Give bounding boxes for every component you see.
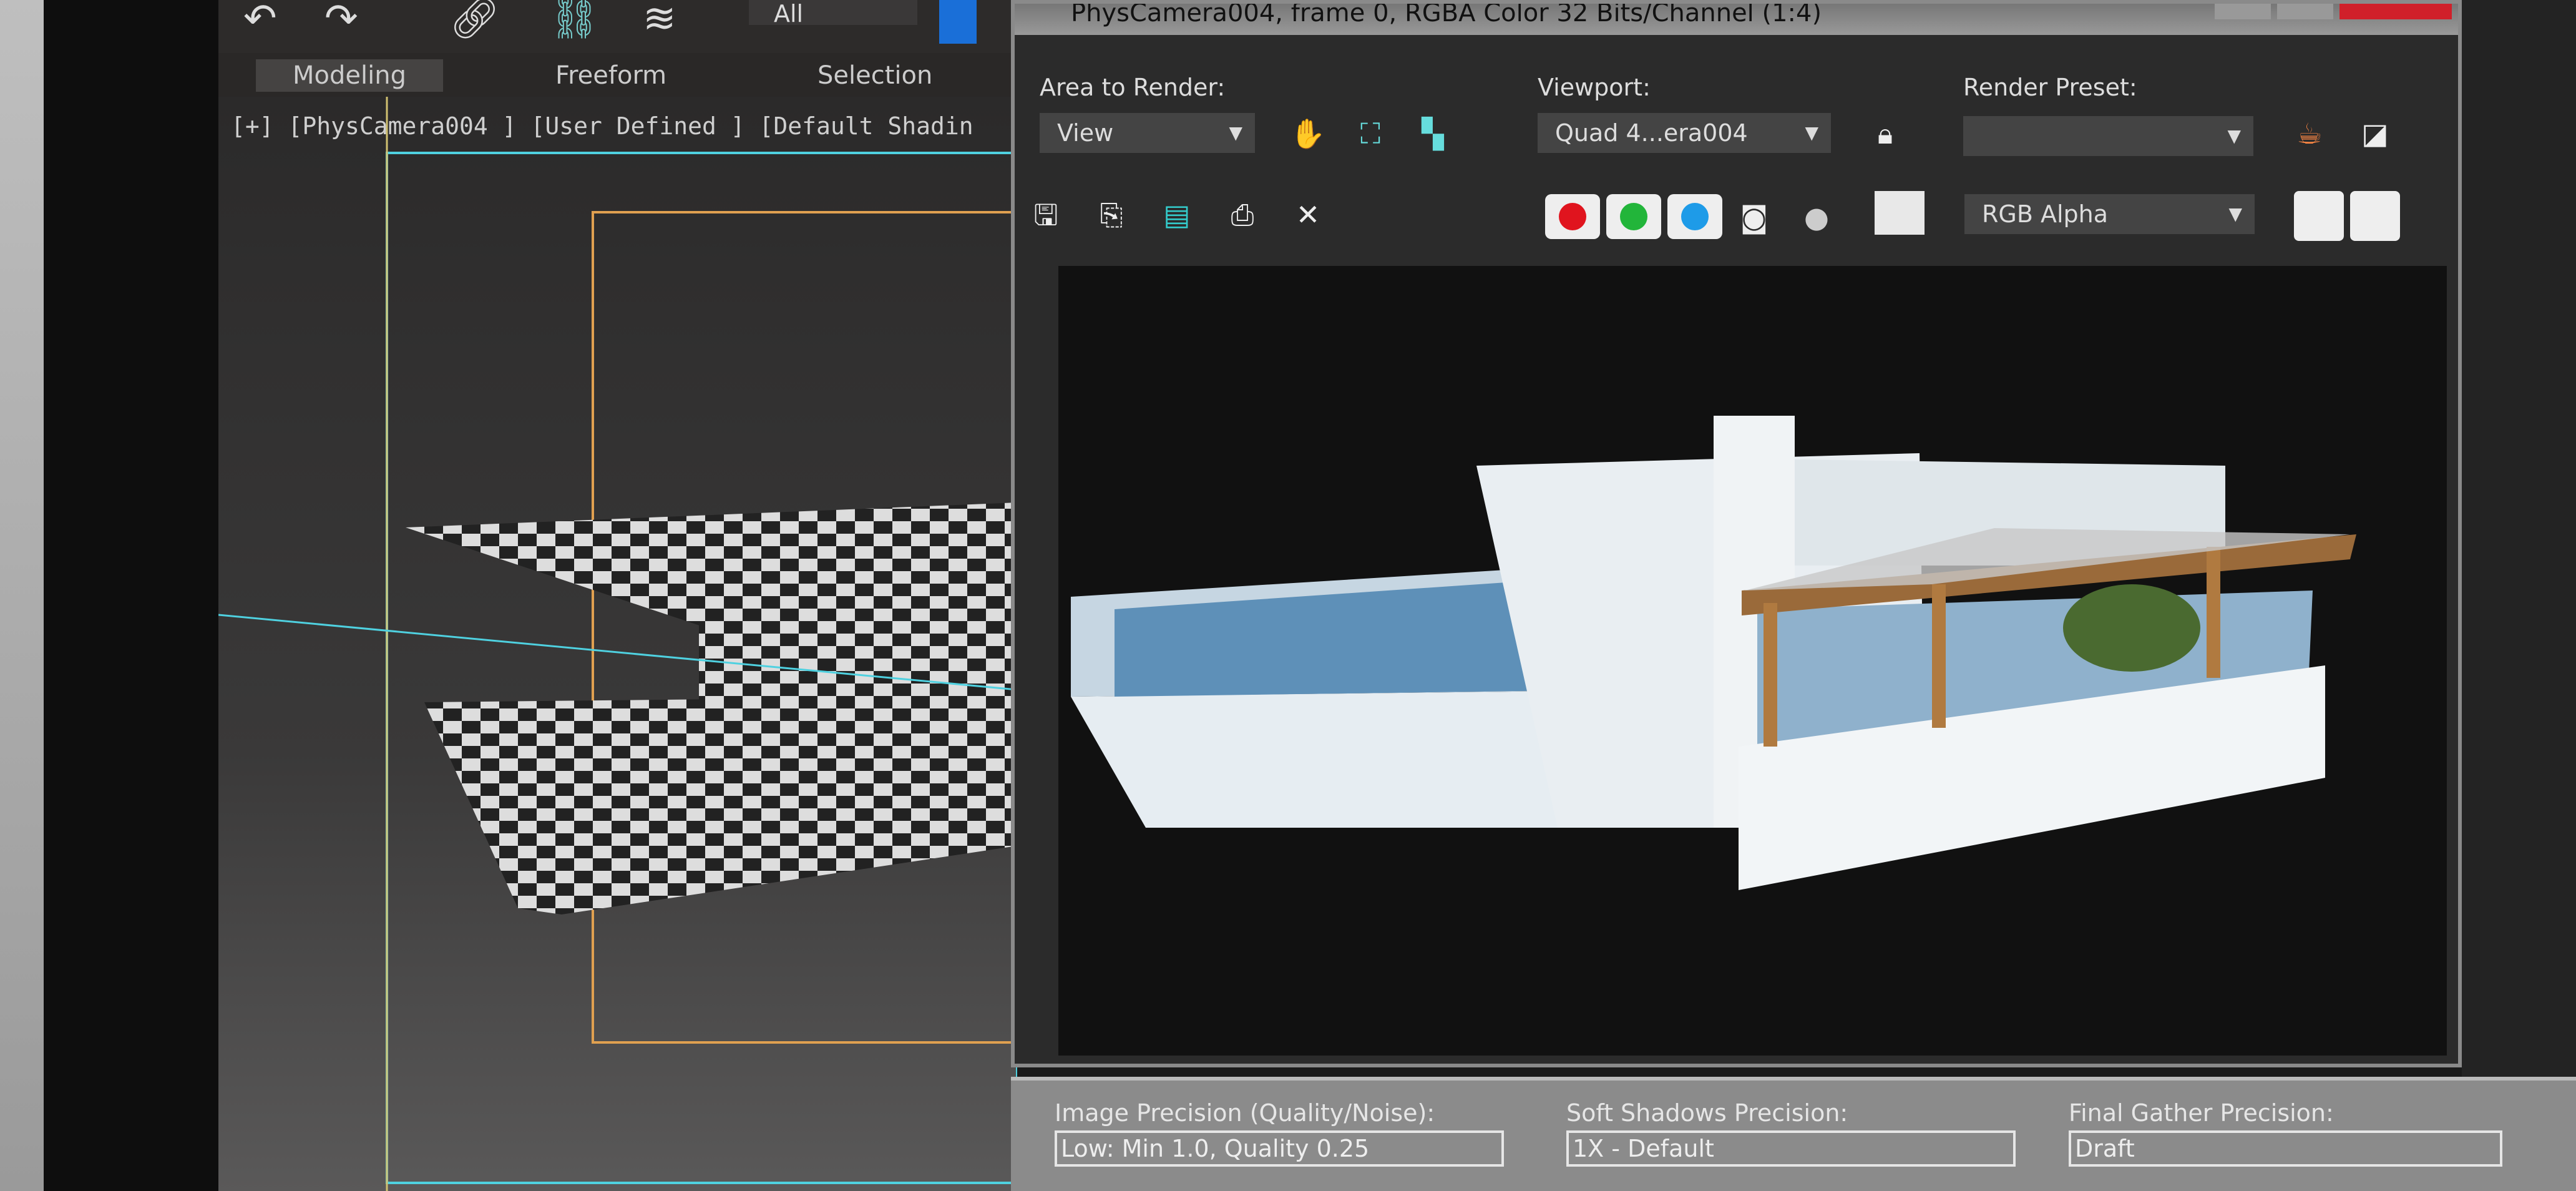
soft-shadows-label: Soft Shadows Precision: — [1566, 1099, 1848, 1127]
render-setup-button[interactable] — [939, 0, 977, 44]
edit-region-icon[interactable]: ✋ — [1289, 115, 1327, 152]
area-to-render-label: Area to Render: — [1040, 74, 1226, 101]
red-channel-toggle[interactable] — [1545, 194, 1600, 239]
main-toolbar: ↶ ↷ 🔗︎ ⛓︎ ≋ All — [218, 0, 1017, 53]
final-gather-field[interactable]: Draft — [2069, 1130, 2502, 1167]
maximize-button[interactable] — [2277, 4, 2333, 19]
unlink-icon[interactable]: ⛓︎ — [549, 0, 600, 39]
undo-icon[interactable]: ↶ — [243, 0, 277, 39]
viewport-label: Viewport: — [1538, 74, 1651, 101]
monochrome-icon[interactable]: ● — [1798, 198, 1835, 236]
rendered-building — [1071, 416, 2356, 890]
toggle-ui-button[interactable] — [2350, 191, 2400, 241]
viewport-label[interactable]: [+] [PhysCamera004 ] [User Defined ] [De… — [231, 112, 973, 140]
final-gather-label: Final Gather Precision: — [2069, 1099, 2334, 1127]
background-wall — [0, 0, 44, 1191]
copy-image-icon[interactable]: ⎘ — [1093, 196, 1130, 233]
selection-filter-dropdown[interactable]: All — [749, 0, 917, 27]
command-panel — [2462, 0, 2576, 1077]
render-settings-panel: Image Precision (Quality/Noise): Low: Mi… — [1011, 1077, 2576, 1191]
soft-shadows-field[interactable]: 1X - Default — [1566, 1130, 2016, 1167]
rendered-image — [1058, 266, 2447, 1056]
bind-space-warp-icon[interactable]: ≋ — [643, 0, 676, 39]
tab-freeform[interactable]: Freeform — [530, 59, 691, 92]
chevron-down-icon: ▼ — [1805, 122, 1818, 143]
monitor-bezel — [44, 0, 218, 1191]
image-precision-label: Image Precision (Quality/Noise): — [1055, 1099, 1435, 1127]
render-preset-label: Render Preset: — [1963, 74, 2137, 101]
save-image-icon[interactable]: 🖫 — [1027, 196, 1065, 233]
toggle-ui-overlay-button[interactable] — [2294, 191, 2344, 241]
chevron-down-icon: ▼ — [2228, 203, 2242, 224]
chevron-down-icon: ▼ — [2227, 125, 2241, 146]
link-icon[interactable]: 🔗︎ — [449, 0, 500, 39]
red-channel-icon — [1559, 203, 1586, 230]
viewport-dropdown[interactable]: Quad 4...era004 ▼ — [1538, 113, 1831, 153]
clone-window-icon[interactable]: ▤ — [1158, 196, 1196, 233]
viewport-scene — [218, 97, 1017, 1191]
ribbon-tabs: Modeling Freeform Selection — [218, 53, 1017, 97]
render-preset-dropdown[interactable]: ▼ — [1963, 116, 2253, 156]
rendered-frame-window: PhysCamera004, frame 0, RGBA Color 32 Bi… — [1011, 0, 2462, 1067]
render-setup-icon[interactable]: ☕ — [2291, 115, 2328, 152]
redo-icon[interactable]: ↷ — [324, 0, 358, 39]
minimize-button[interactable] — [2215, 4, 2271, 19]
clear-icon[interactable]: ✕ — [1289, 196, 1327, 233]
print-icon[interactable]: ⎙ — [1224, 196, 1261, 233]
background-color-swatch[interactable] — [1875, 191, 1925, 235]
select-region-icon[interactable]: ▚ — [1414, 115, 1451, 152]
blue-channel-toggle[interactable] — [1667, 194, 1722, 239]
chevron-down-icon: ▼ — [1229, 122, 1242, 143]
tab-selection[interactable]: Selection — [793, 59, 957, 92]
area-to-render-dropdown[interactable]: View ▼ — [1040, 113, 1255, 153]
blue-channel-icon — [1681, 203, 1709, 230]
auto-region-icon[interactable]: ⛶ — [1352, 115, 1389, 152]
tab-modeling[interactable]: Modeling — [256, 59, 443, 92]
camera-viewport[interactable] — [218, 97, 1017, 1191]
green-channel-toggle[interactable] — [1606, 194, 1661, 239]
close-button[interactable] — [2339, 4, 2452, 19]
alpha-channel-icon[interactable]: ◙ — [1735, 198, 1773, 236]
checker-base — [424, 696, 1017, 914]
green-channel-icon — [1620, 203, 1647, 230]
lock-icon[interactable]: 🔒︎ — [1866, 115, 1904, 152]
channel-display-dropdown[interactable]: RGB Alpha ▼ — [1964, 194, 2255, 234]
window-title: PhysCamera004, frame 0, RGBA Color 32 Bi… — [1015, 4, 2458, 35]
environment-icon[interactable]: ◪ — [2356, 115, 2394, 152]
image-precision-field[interactable]: Low: Min 1.0, Quality 0.25 — [1055, 1130, 1504, 1167]
